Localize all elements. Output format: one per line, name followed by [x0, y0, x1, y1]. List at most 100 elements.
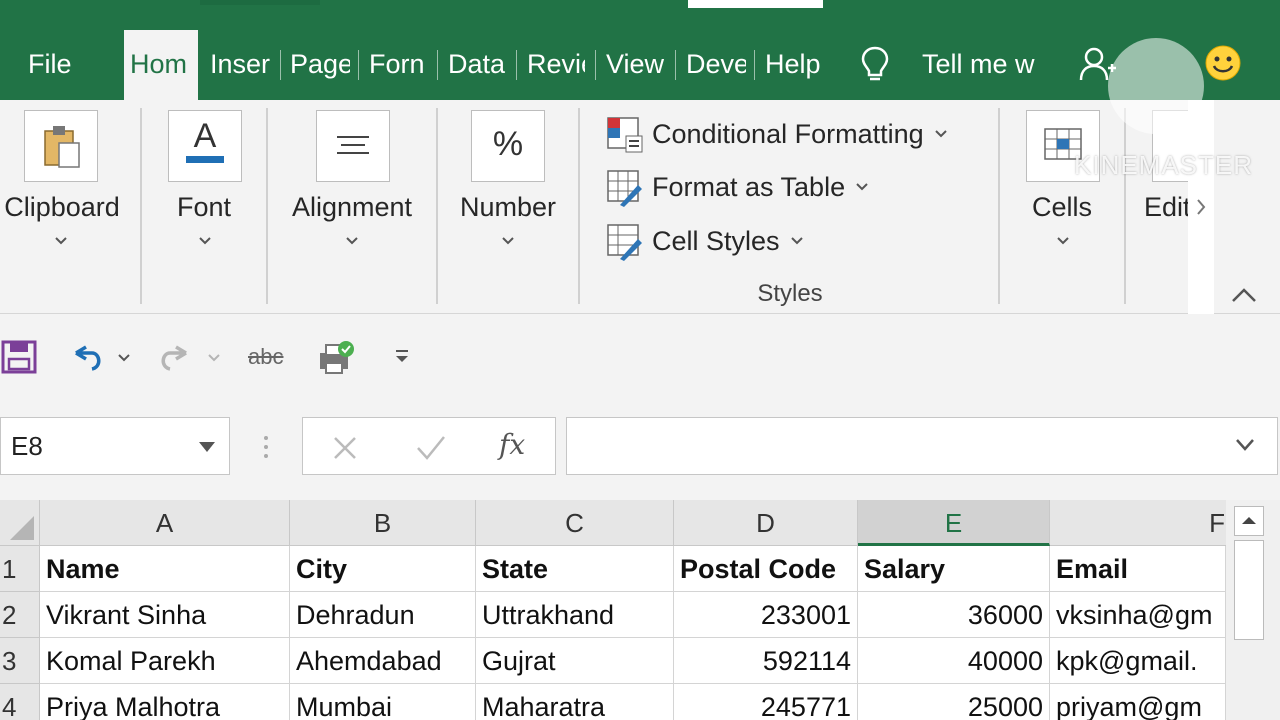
cell-d1[interactable]: Postal Code: [674, 546, 858, 592]
cell-f1[interactable]: Email: [1050, 546, 1226, 592]
select-all-corner[interactable]: [0, 500, 40, 546]
cell-styles-label: Cell Styles: [652, 225, 780, 256]
cell-b4[interactable]: Mumbai: [290, 684, 476, 720]
cell-styles-button[interactable]: Cell Styles: [604, 221, 804, 261]
cell-e4[interactable]: 25000: [858, 684, 1050, 720]
tab-insert[interactable]: Inser: [210, 44, 272, 84]
clipboard-group: Clipboard: [0, 100, 140, 314]
worksheet-grid: ABCDEF 1 Name City State Postal Code Salary Em…: [0, 500, 1280, 720]
alignment-label: Alignment: [291, 192, 413, 222]
cell-b2[interactable]: Dehradun: [290, 592, 476, 638]
cell-c2[interactable]: Uttrakhand: [476, 592, 674, 638]
font-button[interactable]: A: [168, 110, 242, 182]
chevron-right-icon[interactable]: [1194, 198, 1208, 216]
cell-d4[interactable]: 245771: [674, 684, 858, 720]
cell-b3[interactable]: Ahemdabad: [290, 638, 476, 684]
cell-d2[interactable]: 233001: [674, 592, 858, 638]
chevron-down-icon[interactable]: [1056, 234, 1070, 248]
expand-formula-bar-icon[interactable]: [1234, 437, 1256, 453]
tell-me-search[interactable]: Tell me w: [922, 44, 1040, 84]
chevron-down-icon[interactable]: [345, 234, 359, 248]
tab-view[interactable]: View: [606, 44, 666, 84]
row-header-1[interactable]: 1: [0, 546, 40, 592]
cell-f4[interactable]: priyam@gm: [1050, 684, 1226, 720]
chevron-down-icon[interactable]: [198, 234, 212, 248]
chevron-down-icon[interactable]: [501, 234, 515, 248]
redo-icon[interactable]: [156, 337, 196, 377]
tab-data[interactable]: Data: [448, 44, 508, 84]
chevron-down-icon[interactable]: [197, 440, 217, 454]
more-options-icon: [264, 436, 268, 458]
cell-e3[interactable]: 40000: [858, 638, 1050, 684]
scroll-up-button[interactable]: [1234, 506, 1264, 536]
feedback-smiley-icon[interactable]: [1204, 44, 1242, 82]
lightbulb-icon[interactable]: [858, 44, 892, 84]
spelling-icon[interactable]: abc: [248, 337, 292, 377]
tab-formulas[interactable]: Forn: [369, 44, 429, 84]
tab-home[interactable]: Hom: [124, 30, 198, 100]
cell-b1[interactable]: City: [290, 546, 476, 592]
save-icon[interactable]: [0, 337, 40, 377]
tab-review[interactable]: Revie: [527, 44, 585, 84]
row-header-3[interactable]: 3: [0, 638, 40, 684]
undo-icon[interactable]: [66, 337, 106, 377]
formula-input[interactable]: [566, 417, 1278, 475]
cell-styles-icon: [607, 224, 642, 261]
cell-c1[interactable]: State: [476, 546, 674, 592]
percent-icon: %: [492, 125, 524, 163]
tab-file[interactable]: File: [28, 44, 76, 84]
cell-f2[interactable]: vksinha@gm: [1050, 592, 1226, 638]
cell-a1[interactable]: Name: [40, 546, 290, 592]
cell-c3[interactable]: Gujrat: [476, 638, 674, 684]
cell-d3[interactable]: 592114: [674, 638, 858, 684]
column-header-e[interactable]: E: [858, 500, 1050, 546]
cell-c4[interactable]: Maharatra: [476, 684, 674, 720]
tab-separator: [280, 50, 281, 80]
cell-e2[interactable]: 36000: [858, 592, 1050, 638]
column-header-f[interactable]: F: [1050, 500, 1230, 546]
redo-dropdown-icon[interactable]: [204, 337, 224, 377]
vertical-scrollbar[interactable]: [1226, 500, 1280, 720]
tab-page-layout[interactable]: Page: [290, 44, 350, 84]
ribbon-scroll-area[interactable]: [1188, 100, 1214, 314]
clipboard-button[interactable]: [24, 110, 98, 182]
undo-dropdown-icon[interactable]: [114, 337, 134, 377]
quick-access-toolbar: abc: [0, 315, 1280, 397]
cancel-icon[interactable]: [331, 434, 359, 462]
column-header-b[interactable]: B: [290, 500, 476, 546]
column-header-c[interactable]: C: [476, 500, 674, 546]
cell-e1[interactable]: Salary: [858, 546, 1050, 592]
cells-group: Cells: [1000, 100, 1124, 314]
name-box[interactable]: E8: [0, 417, 230, 475]
cell-f3[interactable]: kpk@gmail.: [1050, 638, 1226, 684]
conditional-formatting-button[interactable]: Conditional Formatting: [604, 114, 948, 154]
title-search-box-fragment[interactable]: [688, 0, 823, 8]
watermark-text: KINEMASTER: [1074, 150, 1254, 180]
row-header-2[interactable]: 2: [0, 592, 40, 638]
cell-a2[interactable]: Vikrant Sinha: [40, 592, 290, 638]
styles-group-label: Styles: [757, 280, 823, 307]
alignment-button[interactable]: [316, 110, 390, 182]
column-header-a[interactable]: A: [40, 500, 290, 546]
group-divider: [578, 108, 580, 304]
font-group: A Font: [142, 100, 266, 314]
chevron-down-icon[interactable]: [54, 234, 68, 248]
number-button[interactable]: %: [471, 110, 545, 182]
collapse-ribbon-icon[interactable]: [1230, 286, 1258, 304]
enter-check-icon[interactable]: [415, 434, 447, 462]
tab-help[interactable]: Help: [765, 44, 827, 84]
customize-toolbar-icon[interactable]: [392, 337, 412, 377]
cell-a4[interactable]: Priya Malhotra: [40, 684, 290, 720]
print-preview-icon[interactable]: [316, 337, 356, 377]
conditional-formatting-label: Conditional Formatting: [652, 118, 924, 149]
chevron-down-icon: [934, 130, 947, 138]
number-label: Number: [459, 192, 557, 222]
cell-a3[interactable]: Komal Parekh: [40, 638, 290, 684]
row-header-4[interactable]: 4: [0, 684, 40, 720]
format-as-table-button[interactable]: Format as Table: [604, 167, 869, 207]
insert-function-icon[interactable]: fx: [499, 428, 525, 461]
tab-separator: [754, 50, 755, 80]
column-header-d[interactable]: D: [674, 500, 858, 546]
tab-developer[interactable]: Deve: [686, 44, 746, 84]
scrollbar-thumb[interactable]: [1234, 540, 1264, 640]
